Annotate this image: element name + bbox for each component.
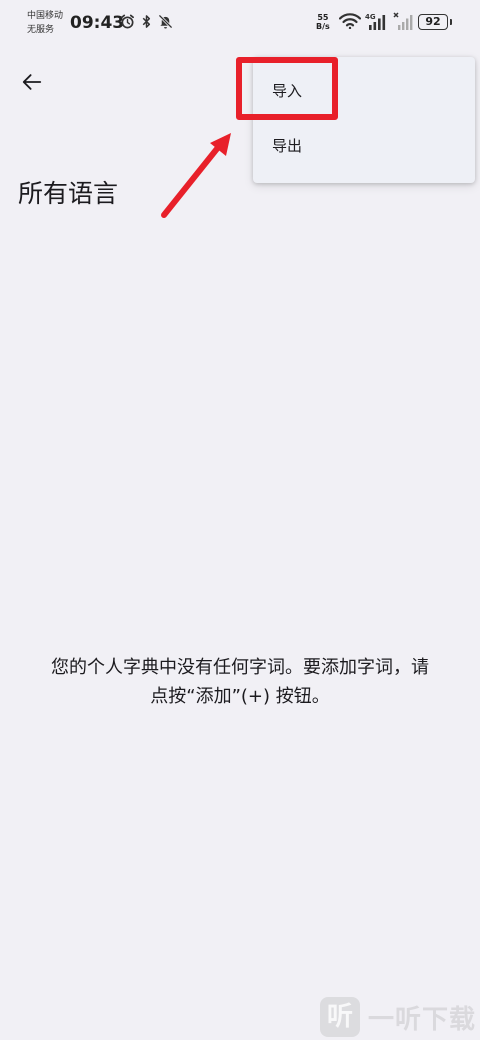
annotation-arrow-icon	[161, 133, 231, 218]
battery-icon: 92	[418, 14, 452, 30]
status-bar: 中国移动 无服务 09:43 55 B/s 4G 92	[0, 0, 480, 44]
mute-icon	[158, 14, 173, 29]
empty-state-line-2: 点按“添加”(+) 按钮。	[150, 686, 330, 707]
no-sim-signal-icon	[393, 12, 413, 30]
empty-state-line-1: 您的个人字典中没有任何字词。要添加字词，请	[51, 657, 429, 678]
watermark: 听 一听下载	[320, 994, 476, 1040]
watermark-text: 一听下载	[367, 1004, 476, 1035]
signal-icon: 4G	[365, 12, 389, 30]
empty-state-message: 您的个人字典中没有任何字词。要添加字词，请 点按“添加”(+) 按钮。	[0, 653, 480, 711]
network-speed-unit: B/s	[316, 22, 330, 31]
alarm-icon	[120, 14, 135, 29]
overflow-menu: 导入 导出	[253, 57, 475, 183]
network-speed: 55 B/s	[316, 13, 330, 31]
network-type-label: 4G	[365, 13, 376, 21]
menu-item-import[interactable]: 导入	[253, 66, 475, 116]
menu-item-export[interactable]: 导出	[253, 121, 475, 171]
battery-level: 92	[425, 15, 441, 28]
network-speed-value: 55	[317, 13, 329, 22]
wifi-icon	[339, 13, 361, 29]
status-time: 09:43	[70, 13, 125, 33]
arrow-left-icon	[21, 71, 43, 97]
bluetooth-icon	[141, 14, 152, 29]
menu-item-export-label: 导出	[272, 137, 303, 155]
watermark-logo-icon: 听	[320, 997, 360, 1037]
page-title: 所有语言	[18, 179, 119, 208]
back-button[interactable]	[14, 66, 50, 102]
carrier-name: 中国移动	[27, 11, 64, 21]
status-icons-right: 4G	[339, 12, 413, 30]
carrier-service: 无服务	[27, 25, 55, 35]
carrier-info: 中国移动 无服务	[27, 9, 63, 37]
menu-item-import-label: 导入	[272, 82, 303, 100]
status-icons-left	[120, 14, 173, 29]
